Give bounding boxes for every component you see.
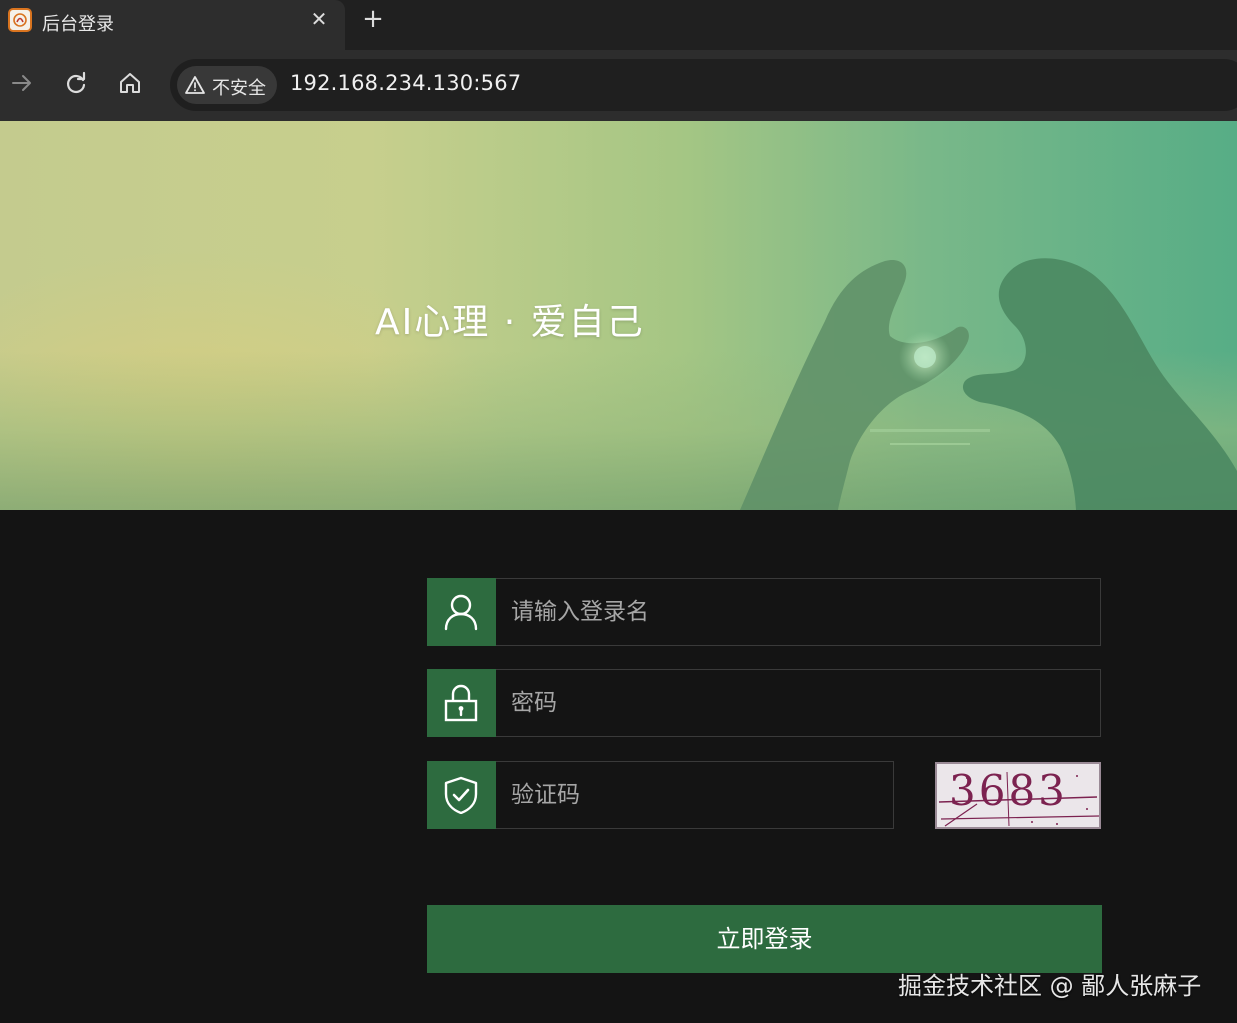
user-icon	[444, 594, 478, 631]
captcha-field	[427, 761, 894, 829]
tab-title: 后台登录	[42, 14, 114, 35]
url-text[interactable]: 192.168.234.130:567	[290, 71, 521, 95]
password-input[interactable]	[497, 670, 1100, 736]
tab-close-icon[interactable]: ✕	[306, 6, 332, 32]
captcha-code: 3683	[949, 766, 1068, 815]
hero-banner: AI心理 · 爱自己	[0, 121, 1237, 510]
hero-title: AI心理 · 爱自己	[375, 302, 645, 343]
security-indicator[interactable]: 不安全	[177, 66, 277, 104]
password-field	[427, 669, 1101, 737]
username-input[interactable]	[497, 579, 1100, 645]
username-field	[427, 578, 1101, 646]
reload-button[interactable]	[61, 68, 91, 98]
password-icon-box	[427, 669, 496, 737]
arrow-right-icon	[12, 75, 31, 91]
browser-tab[interactable]: 后台登录 ✕	[0, 0, 345, 50]
watermark-text: 掘金技术社区 @ 鄙人张麻子	[898, 972, 1202, 1000]
browser-toolbar: 不安全 192.168.234.130:567	[0, 50, 1237, 121]
reload-icon	[66, 71, 86, 94]
address-bar[interactable]: 不安全 192.168.234.130:567	[170, 59, 1237, 111]
warning-triangle-icon	[185, 76, 205, 94]
new-tab-icon[interactable]: +	[358, 4, 388, 34]
forward-button[interactable]	[7, 68, 37, 98]
captcha-image[interactable]: 3683	[935, 762, 1101, 829]
captcha-input[interactable]	[497, 762, 893, 828]
home-icon	[120, 73, 140, 93]
security-label: 不安全	[212, 78, 266, 99]
captcha-icon-box	[427, 761, 496, 829]
login-button[interactable]: 立即登录	[427, 905, 1102, 973]
home-button[interactable]	[115, 68, 145, 98]
heart-hands-illustration	[740, 258, 1237, 510]
browser-tab-strip: 后台登录 ✕ +	[0, 0, 1237, 50]
site-favicon-icon	[8, 8, 32, 32]
username-icon-box	[427, 578, 496, 646]
lock-icon	[444, 684, 478, 722]
shield-check-icon	[444, 776, 478, 814]
